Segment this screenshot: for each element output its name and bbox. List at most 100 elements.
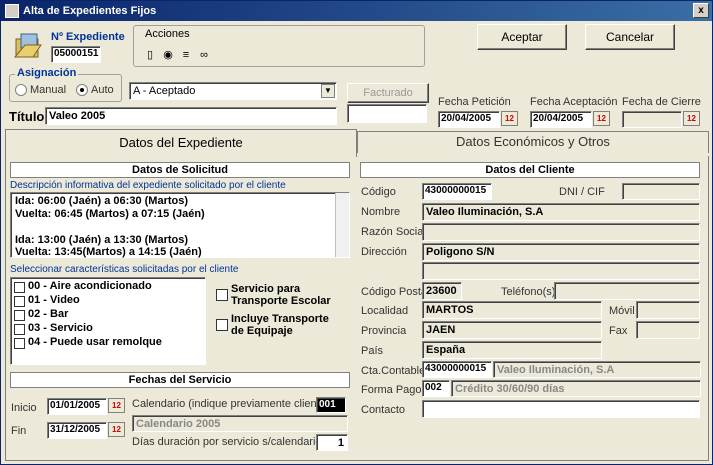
telefono-field bbox=[554, 282, 700, 300]
cliente-header: Datos del Cliente bbox=[360, 162, 700, 178]
caract-checkbox[interactable] bbox=[14, 282, 25, 293]
tab-economicos[interactable]: Datos Económicos y Otros bbox=[357, 131, 709, 153]
codigo-label: Código bbox=[361, 186, 396, 198]
caracteristicas-list[interactable]: 00 - Aire acondicionado 01 - Video 02 - … bbox=[10, 277, 206, 365]
folder-icon bbox=[13, 31, 43, 61]
manual-label: Manual bbox=[30, 84, 67, 96]
dias-field[interactable]: 1 bbox=[316, 434, 348, 451]
cierre-label: Fecha de Cierre bbox=[622, 96, 701, 108]
cta-field[interactable]: 43000000015 bbox=[422, 361, 492, 378]
direccion-label: Dirección bbox=[361, 246, 407, 258]
titulo-label: Título bbox=[9, 109, 45, 124]
inicio-calendar-icon[interactable]: 12 bbox=[108, 398, 125, 413]
desc-label: Descripción informativa del expediente s… bbox=[10, 180, 286, 191]
desc-line: Vuelta: 06:45 (Martos) a 07:15 (Jaén) bbox=[15, 208, 205, 220]
titulo-field[interactable]: Valeo 2005 bbox=[45, 107, 337, 125]
cta-name-field: Valeo Iluminación, S.A bbox=[493, 361, 701, 378]
dni-field[interactable] bbox=[622, 183, 700, 200]
scrollbar[interactable] bbox=[335, 193, 349, 257]
inicio-field[interactable]: 01/01/2005 bbox=[47, 398, 107, 415]
contacto-field[interactable] bbox=[422, 400, 700, 418]
caract-item: 01 - Video bbox=[28, 294, 80, 306]
movil-field bbox=[636, 301, 700, 319]
fax-label: Fax bbox=[609, 325, 628, 337]
contacto-label: Contacto bbox=[361, 404, 406, 416]
direccion2-field bbox=[422, 262, 700, 280]
forma-code-field[interactable]: 002 bbox=[422, 380, 450, 397]
equipaje-label: Incluye Transporte de Equipaje bbox=[231, 313, 329, 337]
caract-checkbox[interactable] bbox=[14, 324, 25, 335]
cancelar-button[interactable]: Cancelar bbox=[585, 24, 675, 50]
aceptacion-field[interactable]: 20/04/2005 bbox=[530, 111, 592, 128]
auto-label: Auto bbox=[91, 84, 114, 96]
description-textarea[interactable]: Ida: 06:00 (Jaén) a 06:30 (Martos) Vuelt… bbox=[10, 192, 350, 258]
escolar-checkbox[interactable] bbox=[216, 289, 228, 301]
provincia-label: Provincia bbox=[361, 325, 407, 337]
window: Alta de Expedientes Fijos x Nº Expedient… bbox=[0, 0, 713, 465]
document-icon[interactable]: ▯ bbox=[143, 48, 157, 62]
caract-checkbox[interactable] bbox=[14, 310, 25, 321]
facturado-field[interactable] bbox=[347, 104, 427, 123]
aceptacion-calendar-icon[interactable]: 12 bbox=[593, 111, 610, 126]
caract-item: 00 - Aire acondicionado bbox=[28, 280, 152, 292]
caract-item: 04 - Puede usar remolque bbox=[28, 336, 162, 348]
desc-line: Ida: 06:00 (Jaén) a 06:30 (Martos) bbox=[15, 195, 189, 207]
cp-label: Código Postal bbox=[361, 286, 430, 298]
codigo-field[interactable]: 43000000015 bbox=[422, 183, 492, 200]
desc-line: Ida: 13:00 (Jaén) a 13:30 (Martos) bbox=[15, 234, 189, 246]
manual-radio[interactable] bbox=[15, 84, 27, 96]
title-bar: Alta de Expedientes Fijos x bbox=[1, 1, 712, 21]
calendario-name-field: Calendario 2005 bbox=[132, 415, 348, 432]
chevron-down-icon[interactable]: ▼ bbox=[321, 84, 335, 98]
cp-field: 23600 bbox=[422, 282, 462, 300]
nombre-label: Nombre bbox=[361, 206, 401, 218]
asignacion-label: Asignación bbox=[15, 67, 79, 79]
escolar-label: Servicio para Transporte Escolar bbox=[231, 283, 331, 307]
direccion-field: Poligono S/N bbox=[422, 243, 700, 261]
caract-checkbox[interactable] bbox=[14, 296, 25, 307]
acciones-label: Acciones bbox=[145, 28, 190, 40]
caract-checkbox[interactable] bbox=[14, 338, 25, 349]
list-icon[interactable]: ≡ bbox=[179, 48, 193, 62]
cierre-calendar-icon[interactable]: 12 bbox=[683, 111, 700, 126]
telefono-label: Teléfono(s) bbox=[501, 286, 556, 298]
caract-label: Seleccionar características solicitadas … bbox=[10, 264, 239, 275]
estado-select[interactable]: A - Aceptado ▼ bbox=[129, 82, 337, 100]
fin-calendar-icon[interactable]: 12 bbox=[108, 422, 125, 437]
close-button[interactable]: x bbox=[693, 3, 709, 18]
fin-label: Fin bbox=[11, 425, 27, 437]
movil-label: Móvil bbox=[609, 305, 635, 317]
servicio-header: Fechas del Servicio bbox=[10, 372, 350, 388]
dias-label: Días duración por servicio s/calendario bbox=[132, 436, 322, 448]
aceptar-button[interactable]: Aceptar bbox=[477, 24, 567, 50]
equipaje-checkbox[interactable] bbox=[216, 319, 228, 331]
provincia-field: JAEN bbox=[422, 321, 602, 339]
window-title: Alta de Expedientes Fijos bbox=[23, 5, 157, 17]
binoculars-icon[interactable]: ∞ bbox=[197, 48, 211, 62]
pais-label: País bbox=[361, 345, 384, 357]
pais-field: España bbox=[422, 341, 602, 359]
peticion-label: Fecha Petición bbox=[438, 96, 511, 108]
tab-expediente[interactable]: Datos del Expediente bbox=[5, 129, 357, 157]
expediente-label: Nº Expediente bbox=[51, 31, 125, 43]
cierre-field[interactable] bbox=[622, 111, 682, 128]
dni-label: DNI / CIF bbox=[559, 186, 605, 198]
calendario-code-field[interactable]: 001 bbox=[316, 397, 346, 413]
expediente-field[interactable]: 05000151 bbox=[51, 46, 101, 63]
auto-radio[interactable] bbox=[76, 84, 88, 96]
caract-item: 02 - Bar bbox=[28, 308, 69, 320]
peticion-field[interactable]: 20/04/2005 bbox=[438, 111, 500, 128]
peticion-calendar-icon[interactable]: 12 bbox=[501, 111, 518, 126]
estado-value: A - Aceptado bbox=[133, 85, 196, 97]
razon-field bbox=[422, 223, 700, 241]
inicio-label: Inicio bbox=[11, 402, 37, 414]
razon-label: Razón Social bbox=[361, 226, 426, 238]
app-icon bbox=[5, 4, 19, 18]
facturado-button[interactable]: Facturado bbox=[347, 83, 429, 103]
cta-label: Cta.Contable bbox=[361, 365, 426, 377]
view-icon[interactable]: ◉ bbox=[161, 48, 175, 62]
calendario-label: Calendario (indique previamente cliente) bbox=[132, 398, 330, 410]
nombre-field: Valeo Iluminación, S.A bbox=[422, 203, 700, 221]
fin-field[interactable]: 31/12/2005 bbox=[47, 422, 107, 439]
forma-label: Forma Pago bbox=[361, 384, 422, 396]
